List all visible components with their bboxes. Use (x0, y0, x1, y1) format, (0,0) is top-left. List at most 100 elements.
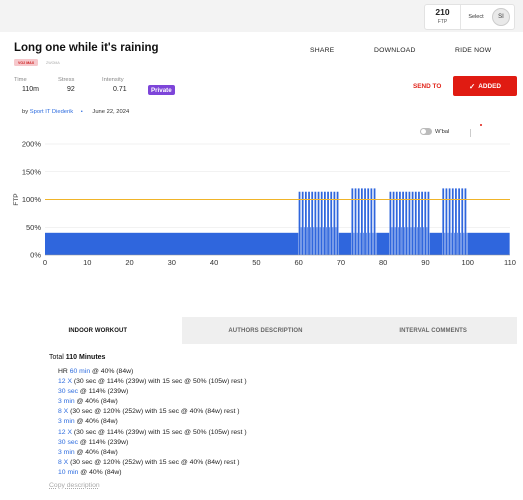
workout-bar (317, 191, 320, 255)
tab-indoor-workout[interactable]: INDOOR WORKOUT (14, 317, 182, 344)
workout-bar (461, 188, 464, 255)
copy-description-link[interactable]: Copy description (49, 482, 517, 489)
workout-bar (450, 232, 452, 255)
workout-bar (463, 232, 465, 255)
workout-bar (423, 227, 425, 255)
interval-duration-link[interactable]: 3 min (58, 418, 75, 425)
y-tick-label: 150% (22, 167, 42, 176)
tab-interval-comments[interactable]: INTERVAL COMMENTS (349, 317, 517, 344)
interval-duration-link[interactable]: 3 min (58, 449, 75, 456)
workout-bar (407, 227, 409, 255)
workout-bar (370, 188, 373, 255)
workout-bar (442, 188, 445, 255)
y-axis-label: FTP (13, 193, 20, 205)
x-tick-label: 20 (125, 258, 133, 267)
interval-detail: @ 40% (84w) (74, 398, 118, 406)
interval-line: 3 min @ 40% (84w) (58, 448, 517, 458)
x-tick-label: 50 (252, 258, 260, 267)
workout-bar (405, 191, 408, 255)
workout-bar (307, 227, 308, 255)
workout-bar (360, 188, 363, 255)
workout-bar (359, 232, 361, 255)
ftp-label: FTP (437, 19, 448, 25)
x-tick-label: 30 (168, 258, 176, 267)
interval-line: 12 X (30 sec @ 114% (239w) with 15 sec @… (58, 377, 517, 387)
workout-bar (329, 227, 330, 255)
workout-bar (369, 232, 371, 255)
x-tick-label: 70 (337, 258, 345, 267)
workout-bar (453, 232, 455, 255)
workout-bar (354, 188, 357, 255)
interval-line: 3 min @ 40% (84w) (58, 397, 517, 407)
workout-bar (424, 191, 427, 255)
workout-bar (363, 232, 364, 255)
tab-bar: INDOOR WORKOUT AUTHORS DESCRIPTION INTER… (14, 317, 517, 344)
x-tick-label: 100 (461, 258, 474, 267)
workout-bar (391, 227, 393, 255)
interval-line: HR 60 min @ 40% (84w) (58, 367, 517, 377)
workout-bar (376, 232, 390, 255)
select-button[interactable]: Select (461, 14, 491, 20)
interval-duration-link[interactable]: 12 X (58, 378, 72, 385)
workout-bar (298, 191, 301, 255)
workout-bar (399, 191, 401, 255)
tab-authors-description[interactable]: AUTHORS DESCRIPTION (182, 317, 350, 344)
workout-bar (466, 232, 468, 255)
workout-bar (364, 188, 366, 255)
interval-duration-link[interactable]: 12 X (58, 429, 72, 436)
workout-bar (327, 191, 329, 255)
workout-bar (457, 232, 458, 255)
workout-bar (408, 191, 411, 255)
workout-bar (458, 188, 460, 255)
workout-bar (417, 227, 418, 255)
workout-bar (413, 227, 415, 255)
total-duration: Total 110 Minutes (49, 354, 517, 361)
interval-duration-link[interactable]: 8 X (58, 408, 68, 415)
interval-detail: (30 sec @ 114% (239w) with 15 sec @ 50% … (71, 428, 247, 436)
workout-bar (333, 191, 336, 255)
workout-bar (414, 191, 417, 255)
workout-bar (313, 227, 315, 255)
user-avatar[interactable]: SI (492, 8, 510, 26)
workout-bar (404, 227, 406, 255)
y-tick-label: 200% (22, 140, 42, 149)
interval-detail: @ 114% (239w) (78, 388, 129, 396)
interval-duration-link[interactable]: 60 min (70, 368, 90, 375)
workout-bar (300, 227, 302, 255)
interval-line: 30 sec @ 114% (239w) (58, 438, 517, 448)
workout-bar (45, 232, 299, 255)
interval-line: 8 X (30 sec @ 120% (252w) with 15 sec @ … (58, 407, 517, 417)
workout-bar (330, 191, 333, 255)
interval-duration-link[interactable]: 8 X (58, 459, 68, 466)
interval-prefix: HR (58, 368, 70, 375)
interval-line: 3 min @ 40% (84w) (58, 417, 517, 427)
ftp-display[interactable]: 210 FTP (425, 5, 461, 29)
workout-bar (310, 227, 311, 255)
interval-list: HR 60 min @ 40% (84w) 12 X (30 sec @ 114%… (58, 367, 517, 478)
workout-bar (410, 227, 412, 255)
interval-detail: @ 40% (84w) (90, 368, 134, 375)
workout-bar (397, 227, 399, 255)
interval-duration-link[interactable]: 30 sec (58, 439, 78, 446)
workout-bar (421, 191, 423, 255)
workout-bar (392, 191, 395, 255)
workout-bar (314, 191, 317, 255)
workout-bar (444, 232, 446, 255)
workout-bar (411, 191, 414, 255)
total-value: 110 Minutes (65, 354, 106, 361)
details-panel: INDOOR WORKOUT AUTHORS DESCRIPTION INTER… (14, 317, 517, 500)
workout-bar (402, 191, 404, 255)
workout-bar (448, 188, 451, 255)
workout-bar (308, 191, 310, 255)
interval-duration-link[interactable]: 30 sec (58, 388, 78, 395)
workout-bar (367, 188, 370, 255)
interval-duration-link[interactable]: 10 min (58, 469, 78, 476)
workout-bar (301, 191, 304, 255)
workout-bar (311, 191, 314, 255)
interval-duration-link[interactable]: 3 min (58, 398, 75, 405)
workout-bar (351, 188, 354, 255)
interval-detail: @ 114% (239w) (78, 438, 129, 446)
interval-line: 12 X (30 sec @ 114% (239w) with 15 sec @… (58, 428, 517, 438)
workout-bar (467, 232, 510, 255)
workout-bar (335, 227, 337, 255)
